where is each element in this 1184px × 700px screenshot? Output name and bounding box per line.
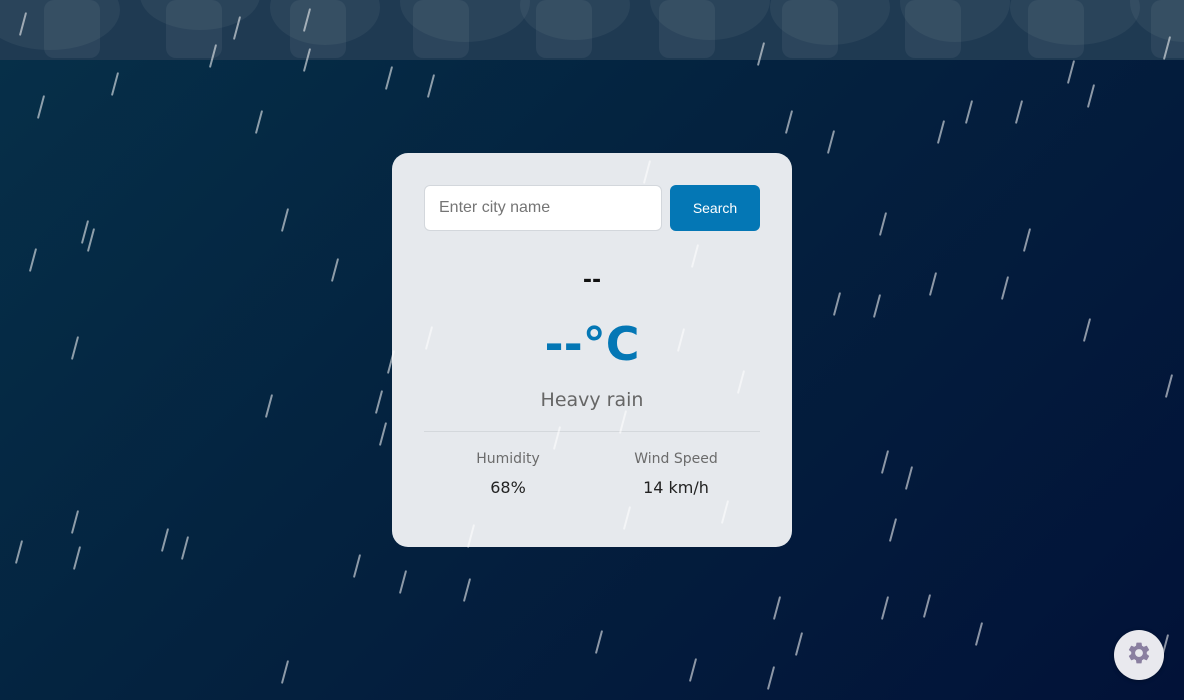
rain-drop <box>904 466 914 490</box>
rain-drop <box>14 540 24 564</box>
rain-drop <box>964 100 974 124</box>
rain-drop <box>1066 60 1076 84</box>
wind-speed-label: Wind Speed <box>634 451 718 467</box>
rain-drop <box>280 208 290 232</box>
rain-drop <box>180 536 190 560</box>
weather-stats: Humidity 68% Wind Speed 14 km/h <box>424 450 760 498</box>
rain-drop <box>878 212 888 236</box>
rain-drop <box>36 95 46 119</box>
rain-drop <box>264 394 274 418</box>
rain-drop <box>70 510 80 534</box>
rain-drop <box>1022 228 1032 252</box>
city-name: -- <box>582 268 602 293</box>
rain-drop <box>330 258 340 282</box>
rain-drop <box>384 66 394 90</box>
rain-drop <box>974 622 984 646</box>
rain-drop <box>784 110 794 134</box>
rain-drop <box>872 294 882 318</box>
city-search-input[interactable] <box>424 185 662 231</box>
settings-button[interactable] <box>1114 630 1164 680</box>
rain-drop <box>688 658 698 682</box>
rain-drop <box>832 292 842 316</box>
rain-drop <box>378 422 388 446</box>
rain-drop <box>374 390 384 414</box>
rain-drop <box>352 554 362 578</box>
rain-drop <box>888 518 898 542</box>
rain-drop <box>880 596 890 620</box>
temperature-value: --°C <box>544 317 640 371</box>
rain-drop <box>86 228 96 252</box>
rain-drop <box>772 596 782 620</box>
search-row: Search <box>424 185 760 231</box>
rain-drop <box>110 72 120 96</box>
rain-drop <box>922 594 932 618</box>
rain-drop <box>880 450 890 474</box>
gear-icon <box>1126 640 1152 670</box>
humidity-value: 68% <box>490 478 526 497</box>
weather-description: Heavy rain <box>540 389 644 411</box>
rain-drop <box>254 110 264 134</box>
rain-drop <box>794 632 804 656</box>
rain-drop <box>80 220 90 244</box>
rain-drop <box>280 660 290 684</box>
rain-drop <box>936 120 946 144</box>
wind-speed-stat: Wind Speed 14 km/h <box>592 450 760 498</box>
rain-drop <box>1000 276 1010 300</box>
rain-drop <box>28 248 38 272</box>
cloud-band <box>0 0 1184 60</box>
rain-drop <box>826 130 836 154</box>
rain-drop <box>70 336 80 360</box>
rain-drop <box>594 630 604 654</box>
divider <box>424 431 760 432</box>
rain-drop <box>398 570 408 594</box>
weather-card: Search -- --°C Heavy rain Humidity 68% W… <box>392 153 792 547</box>
rain-drop <box>426 74 436 98</box>
rain-drop <box>1164 374 1174 398</box>
humidity-label: Humidity <box>476 451 540 467</box>
rain-drop <box>1082 318 1092 342</box>
rain-drop <box>462 578 472 602</box>
rain-drop <box>160 528 170 552</box>
rain-drop <box>1086 84 1096 108</box>
rain-drop <box>1014 100 1024 124</box>
search-button[interactable]: Search <box>670 185 760 231</box>
rain-drop <box>766 666 776 690</box>
humidity-stat: Humidity 68% <box>424 450 592 498</box>
rain-drop <box>72 546 82 570</box>
rain-drop <box>928 272 938 296</box>
wind-speed-value: 14 km/h <box>643 478 709 497</box>
